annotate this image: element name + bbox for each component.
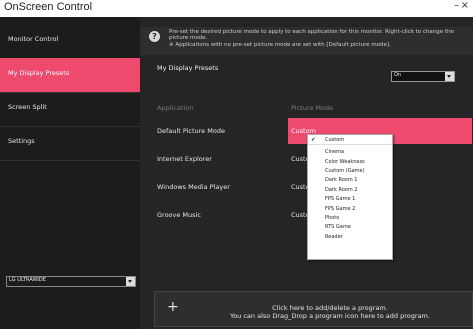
dropdown-option-label: Photo bbox=[325, 215, 340, 221]
info-text-line: Pre-set the desired picture mode to appl… bbox=[169, 29, 454, 42]
info-text-note: ※ Applications with no pre-set picture m… bbox=[169, 41, 391, 48]
dropdown-option-label: Dark Room 1 bbox=[325, 177, 358, 184]
divider bbox=[308, 143, 392, 145]
preset-status-select[interactable]: On bbox=[391, 71, 455, 82]
dropdown-option-cinema[interactable]: Cinema bbox=[308, 147, 392, 157]
dropdown-option-label: Reader bbox=[325, 233, 343, 240]
dropdown-option-fps-game-1[interactable]: FPS Game 1 bbox=[308, 194, 392, 204]
sidebar-item-label: My Display Presets bbox=[8, 69, 70, 77]
sidebar-item-screen-split[interactable]: Screen Split bbox=[0, 92, 140, 127]
application-name: Groove Music bbox=[157, 211, 201, 219]
minimize-button[interactable]: – bbox=[454, 0, 459, 11]
dropdown-option-label: Custom bbox=[325, 137, 345, 143]
dropdown-option-label: FPS Game 2 bbox=[325, 205, 356, 212]
dropdown-option-rts-game[interactable]: RTS Game bbox=[308, 222, 392, 232]
sidebar-item-settings[interactable]: Settings bbox=[0, 126, 140, 161]
dropdown-option-label: RTS Game bbox=[325, 224, 351, 231]
sidebar: Monitor Control My Display Presets Scree… bbox=[0, 17, 140, 329]
presets-header: My Display Presets On bbox=[140, 61, 473, 83]
application-name: Internet Explorer bbox=[157, 155, 212, 163]
dropdown-option-label: Dark Room 2 bbox=[325, 186, 358, 193]
plus-icon[interactable]: + bbox=[167, 299, 179, 315]
dropdown-option-dark-room-2[interactable]: Dark Room 2 bbox=[308, 185, 392, 195]
column-header-application: Application bbox=[157, 104, 194, 112]
sidebar-item-my-display-presets[interactable]: My Display Presets bbox=[0, 58, 140, 93]
dropdown-option-reader[interactable]: Reader bbox=[308, 232, 392, 242]
chevron-down-icon[interactable] bbox=[445, 72, 454, 81]
dropdown-option-photo[interactable]: Photo bbox=[308, 213, 392, 223]
sidebar-item-label: Monitor Control bbox=[8, 35, 59, 43]
sidebar-item-monitor-control[interactable]: Monitor Control bbox=[0, 24, 140, 59]
title-bar: OnScreen Control – × bbox=[0, 0, 473, 17]
add-program-text: Click here to add/delete a program. You … bbox=[195, 304, 465, 320]
info-text: Pre-set the desired picture mode to appl… bbox=[169, 29, 469, 48]
section-title: My Display Presets bbox=[157, 64, 219, 72]
application-name: Windows Media Player bbox=[157, 183, 230, 191]
dropdown-option-label: Cinema bbox=[325, 149, 345, 156]
preset-status-value: On bbox=[394, 72, 402, 78]
monitor-select[interactable]: LG ULTRAWIDE bbox=[6, 276, 136, 287]
help-icon: ? bbox=[149, 31, 160, 42]
picture-mode-dropdown[interactable]: ✔ Custom Cinema Color Weakness Custom (G… bbox=[307, 134, 393, 260]
add-program-area[interactable]: + Click here to add/delete a program. Yo… bbox=[154, 291, 473, 327]
column-header-picture-mode: Picture Mode bbox=[291, 104, 334, 112]
dropdown-option-label: FPS Game 1 bbox=[325, 196, 356, 203]
dropdown-option-custom-game[interactable]: Custom (Game) bbox=[308, 166, 392, 176]
close-button[interactable]: × bbox=[461, 0, 469, 11]
application-name: Default Picture Mode bbox=[157, 127, 225, 135]
dropdown-option-custom[interactable]: ✔ Custom bbox=[308, 135, 392, 145]
sidebar-item-label: Screen Split bbox=[8, 103, 47, 111]
dropdown-option-label: Custom (Game) bbox=[325, 168, 365, 174]
dropdown-option-label: Color Weakness bbox=[325, 158, 365, 165]
add-program-line: You can also Drag_Drop a program icon he… bbox=[230, 312, 430, 320]
dropdown-option-fps-game-2[interactable]: FPS Game 2 bbox=[308, 204, 392, 214]
add-program-line: Click here to add/delete a program. bbox=[272, 304, 388, 312]
dropdown-option-color-weakness[interactable]: Color Weakness bbox=[308, 157, 392, 167]
info-bar: ? Pre-set the desired picture mode to ap… bbox=[140, 27, 473, 55]
check-icon: ✔ bbox=[311, 137, 316, 143]
dropdown-option-dark-room-1[interactable]: Dark Room 1 bbox=[308, 175, 392, 185]
window-title: OnScreen Control bbox=[4, 1, 93, 13]
chevron-down-icon[interactable] bbox=[126, 277, 135, 286]
monitor-select-value: LG ULTRAWIDE bbox=[9, 277, 46, 283]
sidebar-item-label: Settings bbox=[8, 137, 35, 145]
